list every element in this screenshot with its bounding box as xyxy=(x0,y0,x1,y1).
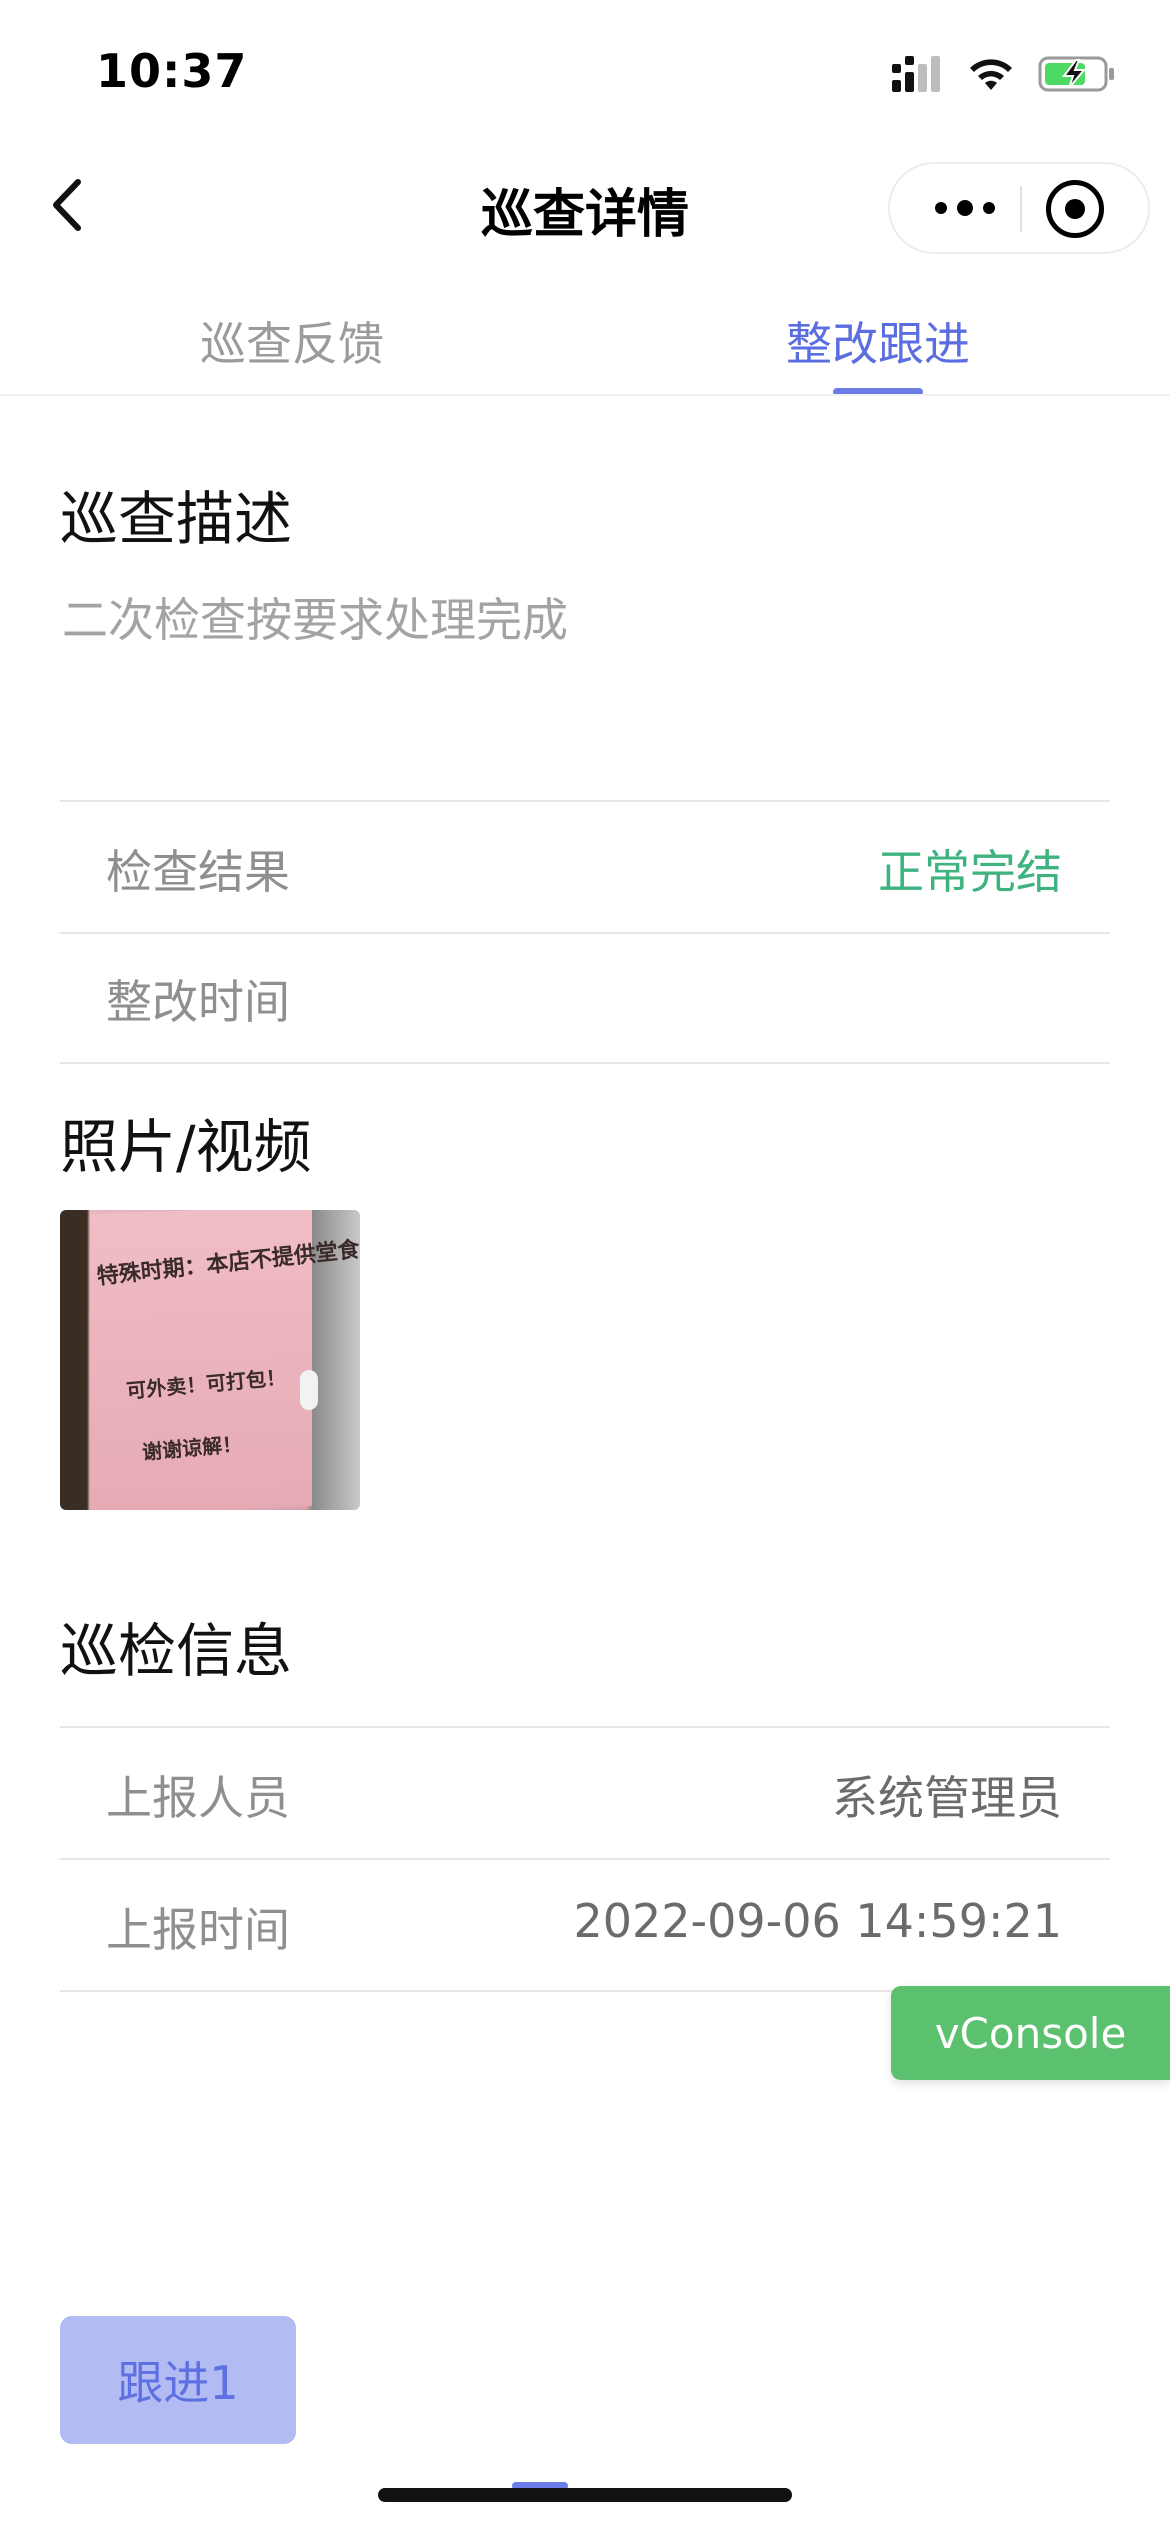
reporter-value: 系统管理员 xyxy=(832,1771,1062,1825)
reporter-label: 上报人员 xyxy=(106,1771,290,1825)
cellular-signal-icon xyxy=(892,56,940,92)
home-indicator[interactable] xyxy=(378,2488,792,2502)
follow-up-button[interactable]: 跟进1 xyxy=(60,2316,296,2444)
divider xyxy=(60,1726,1110,1728)
tab-rectification-followup[interactable]: 整改跟进 xyxy=(786,308,970,374)
tab-inspection-feedback[interactable]: 巡查反馈 xyxy=(200,308,384,374)
divider xyxy=(60,932,1110,934)
tab-divider xyxy=(0,394,1170,396)
divider xyxy=(60,800,1110,802)
divider xyxy=(60,1858,1110,1860)
capsule-divider xyxy=(1020,186,1022,232)
description-text: 二次检查按要求处理完成 xyxy=(62,593,568,647)
battery-charging-icon xyxy=(1038,56,1114,92)
photo-highlight xyxy=(300,1370,318,1410)
report-time-label: 上报时间 xyxy=(106,1903,290,1957)
report-time-value: 2022-09-06 14:59:21 xyxy=(573,1894,1062,1948)
status-time: 10:37 xyxy=(96,44,248,98)
inspection-info-title: 巡检信息 xyxy=(60,1617,293,1685)
target-close-icon[interactable] xyxy=(1046,180,1104,238)
status-icons xyxy=(892,52,1116,96)
more-dots-icon[interactable] xyxy=(910,164,1020,252)
check-result-label: 检查结果 xyxy=(106,845,290,899)
miniprogram-capsule xyxy=(888,162,1150,254)
vconsole-button[interactable]: vConsole xyxy=(891,1986,1170,2080)
media-title: 照片/视频 xyxy=(60,1113,312,1181)
photo-thumbnail[interactable]: 特殊时期：本店不提供堂食！ 可外卖！可打包！ 谢谢谅解！ xyxy=(60,1210,360,1510)
wifi-icon xyxy=(970,59,1012,90)
divider xyxy=(60,1062,1110,1064)
rectify-time-label: 整改时间 xyxy=(106,975,290,1029)
description-title: 巡查描述 xyxy=(60,485,293,553)
check-result-value: 正常完结 xyxy=(878,845,1062,899)
